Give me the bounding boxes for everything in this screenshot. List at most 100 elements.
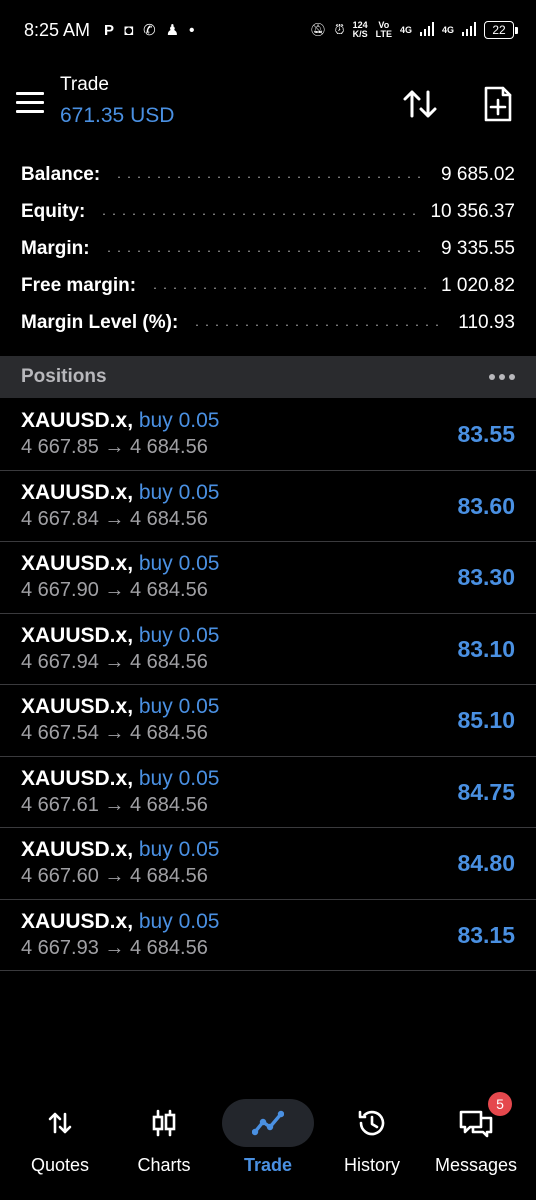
nav-charts[interactable]: Charts — [112, 1090, 216, 1200]
summary-label: Balance: — [21, 163, 101, 185]
position-profit: 83.55 — [457, 421, 515, 447]
dotted-leader — [150, 286, 428, 289]
summary-value: 110.93 — [458, 311, 515, 333]
position-side-volume: buy 0.05 — [138, 552, 220, 575]
summary-row-equity: Equity: 10 356.37 — [0, 193, 536, 230]
summary-value: 10 356.37 — [430, 200, 515, 222]
position-side-volume: buy 0.05 — [138, 766, 220, 790]
volte-bottom: LTE — [375, 29, 392, 39]
charts-icon — [118, 1099, 210, 1147]
signal-icon-1 — [419, 21, 434, 39]
status-bar-left: 8:25 AM P ◘ ✆ ♟ • — [24, 20, 194, 41]
position-row[interactable]: XAUUSD.x, buy 0.05 4 667.93 → 4 684.56 8… — [0, 900, 536, 971]
summary-value: 9 685.02 — [441, 163, 515, 185]
nav-trade[interactable]: Trade — [216, 1090, 320, 1200]
position-profit: 83.15 — [457, 921, 515, 948]
arrow-icon: → — [104, 936, 125, 959]
position-symbol: XAUUSD.x, — [21, 623, 134, 647]
signal-icon-2 — [462, 21, 476, 39]
nav-history[interactable]: History — [320, 1090, 424, 1200]
account-summary: Balance: 9 685.02 Equity: 10 356.37 Marg… — [0, 156, 536, 341]
nav-label: Charts — [137, 1155, 191, 1175]
current-price: 4 684.56 — [129, 436, 208, 458]
position-row[interactable]: XAUUSD.x, buy 0.05 4 667.94 → 4 684.56 8… — [0, 614, 536, 685]
position-symbol: XAUUSD.x, — [21, 480, 134, 504]
position-profit: 85.10 — [457, 707, 515, 733]
network-speed-unit: K/S — [352, 29, 368, 39]
position-prices: 4 667.85 → 4 684.56 — [21, 436, 208, 459]
position-title: XAUUSD.x, buy 0.05 — [21, 838, 219, 862]
nav-label: History — [343, 1155, 400, 1175]
nav-label: Quotes — [30, 1155, 90, 1175]
open-price: 4 667.60 — [21, 865, 99, 887]
position-side-volume: buy 0.05 — [138, 480, 220, 504]
nav-label: Messages — [434, 1155, 518, 1175]
position-prices: 4 667.90 → 4 684.56 — [21, 579, 208, 602]
position-title: XAUUSD.x, buy 0.05 — [21, 481, 219, 505]
position-row[interactable]: XAUUSD.x, buy 0.05 4 667.90 → 4 684.56 8… — [0, 542, 536, 614]
network-speed: 124 K/S — [353, 21, 368, 39]
position-title: XAUUSD.x, buy 0.05 — [21, 910, 219, 934]
arrow-icon: → — [104, 507, 125, 530]
arrow-icon: → — [104, 865, 125, 887]
summary-label: Margin: — [21, 237, 90, 259]
snapchat-notification-icon: ♟ — [165, 22, 180, 39]
position-symbol: XAUUSD.x, — [21, 552, 134, 575]
page-title: Trade — [60, 74, 109, 95]
summary-value: 9 335.55 — [441, 237, 515, 259]
whatsapp-notification-icon: ✆ — [143, 22, 156, 39]
trade-icon — [222, 1099, 314, 1147]
position-symbol: XAUUSD.x, — [21, 838, 134, 861]
menu-icon[interactable] — [16, 92, 44, 114]
position-prices: 4 667.93 → 4 684.56 — [21, 937, 208, 960]
position-prices: 4 667.60 → 4 684.56 — [21, 865, 208, 888]
dotted-leader — [192, 323, 445, 326]
summary-row-free-margin: Free margin: 1 020.82 — [0, 267, 536, 304]
summary-row-margin-level: Margin Level (%): 110.93 — [0, 304, 536, 341]
position-row[interactable]: XAUUSD.x, buy 0.05 4 667.54 → 4 684.56 8… — [0, 685, 536, 757]
bottom-navigation: Quotes Charts Trade History 5 Messages — [0, 1090, 536, 1200]
dotted-leader — [103, 249, 428, 252]
position-symbol: XAUUSD.x, — [21, 409, 134, 432]
mute-icon: 🔕︎ — [309, 22, 327, 37]
volte-indicator: Vo LTE — [376, 21, 392, 39]
new-order-icon[interactable] — [476, 82, 520, 126]
position-symbol: XAUUSD.x, — [21, 695, 134, 718]
nav-messages[interactable]: 5 Messages — [424, 1090, 528, 1200]
position-title: XAUUSD.x, buy 0.05 — [21, 552, 219, 576]
more-options-icon[interactable] — [489, 368, 515, 386]
status-time: 8:25 AM — [24, 19, 91, 40]
history-icon — [326, 1099, 418, 1147]
position-title: XAUUSD.x, buy 0.05 — [21, 695, 219, 719]
summary-label: Equity: — [21, 200, 86, 222]
position-profit: 84.80 — [457, 850, 515, 876]
nav-quotes[interactable]: Quotes — [8, 1090, 112, 1200]
positions-list: XAUUSD.x, buy 0.05 4 667.85 → 4 684.56 8… — [0, 399, 536, 971]
summary-label: Margin Level (%): — [21, 311, 179, 333]
position-side-volume: buy 0.05 — [138, 409, 220, 432]
status-bar: 8:25 AM P ◘ ✆ ♟ • 🔕︎ ⏰︎ 124 K/S Vo LTE 4… — [0, 0, 536, 60]
current-price: 4 684.56 — [129, 507, 208, 530]
dotted-leader — [114, 175, 428, 178]
arrow-icon: → — [104, 579, 125, 601]
open-price: 4 667.54 — [21, 722, 99, 744]
positions-section-header: Positions — [0, 356, 536, 398]
position-symbol: XAUUSD.x, — [21, 766, 134, 790]
position-prices: 4 667.84 → 4 684.56 — [21, 508, 208, 531]
sort-icon[interactable] — [398, 82, 442, 126]
position-prices: 4 667.61 → 4 684.56 — [21, 794, 208, 817]
position-prices: 4 667.94 → 4 684.56 — [21, 651, 208, 674]
position-row[interactable]: XAUUSD.x, buy 0.05 4 667.85 → 4 684.56 8… — [0, 399, 536, 471]
position-prices: 4 667.54 → 4 684.56 — [21, 722, 208, 745]
arrow-icon: → — [104, 722, 125, 744]
floating-profit: 671.35 USD — [60, 104, 175, 127]
summary-value: 1 020.82 — [441, 274, 515, 296]
arrow-icon: → — [104, 436, 125, 458]
position-side-volume: buy 0.05 — [138, 838, 220, 861]
position-row[interactable]: XAUUSD.x, buy 0.05 4 667.61 → 4 684.56 8… — [0, 757, 536, 828]
app-header: Trade 671.35 USD — [0, 60, 536, 150]
position-row[interactable]: XAUUSD.x, buy 0.05 4 667.60 → 4 684.56 8… — [0, 828, 536, 900]
position-symbol: XAUUSD.x, — [21, 909, 134, 933]
position-row[interactable]: XAUUSD.x, buy 0.05 4 667.84 → 4 684.56 8… — [0, 471, 536, 542]
current-price: 4 684.56 — [129, 722, 208, 744]
